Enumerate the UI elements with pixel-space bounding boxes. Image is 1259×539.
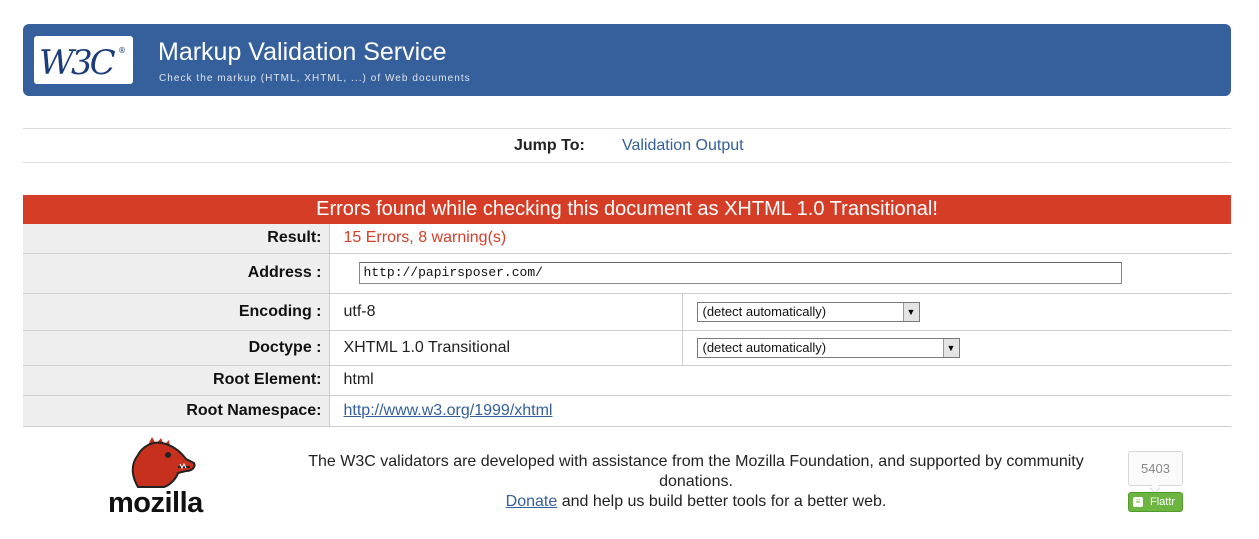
result-label: Result: [23, 224, 329, 254]
svg-text:®: ® [118, 46, 126, 55]
flattr-label: Flattr [1150, 496, 1176, 508]
flattr-count: 5403 [1128, 451, 1183, 486]
dropdown-arrow-icon[interactable]: ▼ [942, 338, 959, 357]
encoding-row: Encoding : utf-8 (detect automatically) … [23, 293, 1231, 331]
page-title: Markup Validation Service [158, 38, 447, 66]
flattr-icon: ≡ [1133, 497, 1143, 507]
dropdown-arrow-icon[interactable]: ▼ [902, 302, 919, 321]
jump-to-label: Jump To: [514, 137, 585, 154]
jump-to-bar: Jump To: Validation Output [23, 128, 1231, 163]
encoding-label: Encoding : [23, 293, 329, 331]
doctype-value: XHTML 1.0 Transitional [328, 330, 682, 366]
footer-line-1: The W3C validators are developed with as… [308, 453, 1084, 490]
root-element-value: html [328, 365, 1231, 396]
footer-line-2-text: and help us build better tools for a bet… [557, 493, 887, 510]
result-row: Result: 15 Errors, 8 warning(s) [23, 224, 1231, 254]
root-namespace-link[interactable]: http://www.w3.org/1999/xhtml [344, 402, 553, 419]
page-subtitle: Check the markup (HTML, XHTML, ...) of W… [159, 73, 471, 84]
address-row: Address : http://papirsposer.com/ [23, 253, 1231, 294]
root-namespace-row: Root Namespace: http://www.w3.org/1999/x… [23, 395, 1231, 427]
w3c-logo-icon[interactable]: W3C ® [34, 36, 133, 84]
result-value: 15 Errors, 8 warning(s) [343, 229, 507, 247]
footer-line-2: Donate and help us build better tools fo… [276, 492, 1116, 512]
encoding-select[interactable]: (detect automatically) ▼ [696, 301, 920, 322]
encoding-select-value: (detect automatically) [702, 303, 827, 319]
address-input[interactable]: http://papirsposer.com/ [358, 262, 1122, 284]
doctype-row: Doctype : XHTML 1.0 Transitional (detect… [23, 330, 1231, 366]
doctype-select[interactable]: (detect automatically) ▼ [696, 337, 960, 358]
address-label: Address : [23, 253, 329, 294]
svg-text:W3C: W3C [39, 43, 116, 83]
encoding-value: utf-8 [328, 293, 682, 331]
error-heading: Errors found while checking this documen… [23, 195, 1231, 224]
root-element-label: Root Element: [23, 365, 329, 396]
header-banner: W3C ® Markup Validation Service Check th… [23, 24, 1231, 96]
root-namespace-label: Root Namespace: [23, 395, 329, 427]
validation-output-link[interactable]: Validation Output [622, 137, 744, 155]
results-table: Result: 15 Errors, 8 warning(s) Address … [23, 224, 1231, 427]
donate-link[interactable]: Donate [506, 493, 558, 510]
flattr-button[interactable]: ≡ Flattr [1128, 492, 1183, 512]
root-element-row: Root Element: html [23, 365, 1231, 396]
doctype-label: Doctype : [23, 330, 329, 366]
mozilla-wordmark: mozilla [108, 487, 203, 519]
doctype-select-value: (detect automatically) [702, 339, 827, 355]
footer-text: The W3C validators are developed with as… [276, 452, 1116, 512]
